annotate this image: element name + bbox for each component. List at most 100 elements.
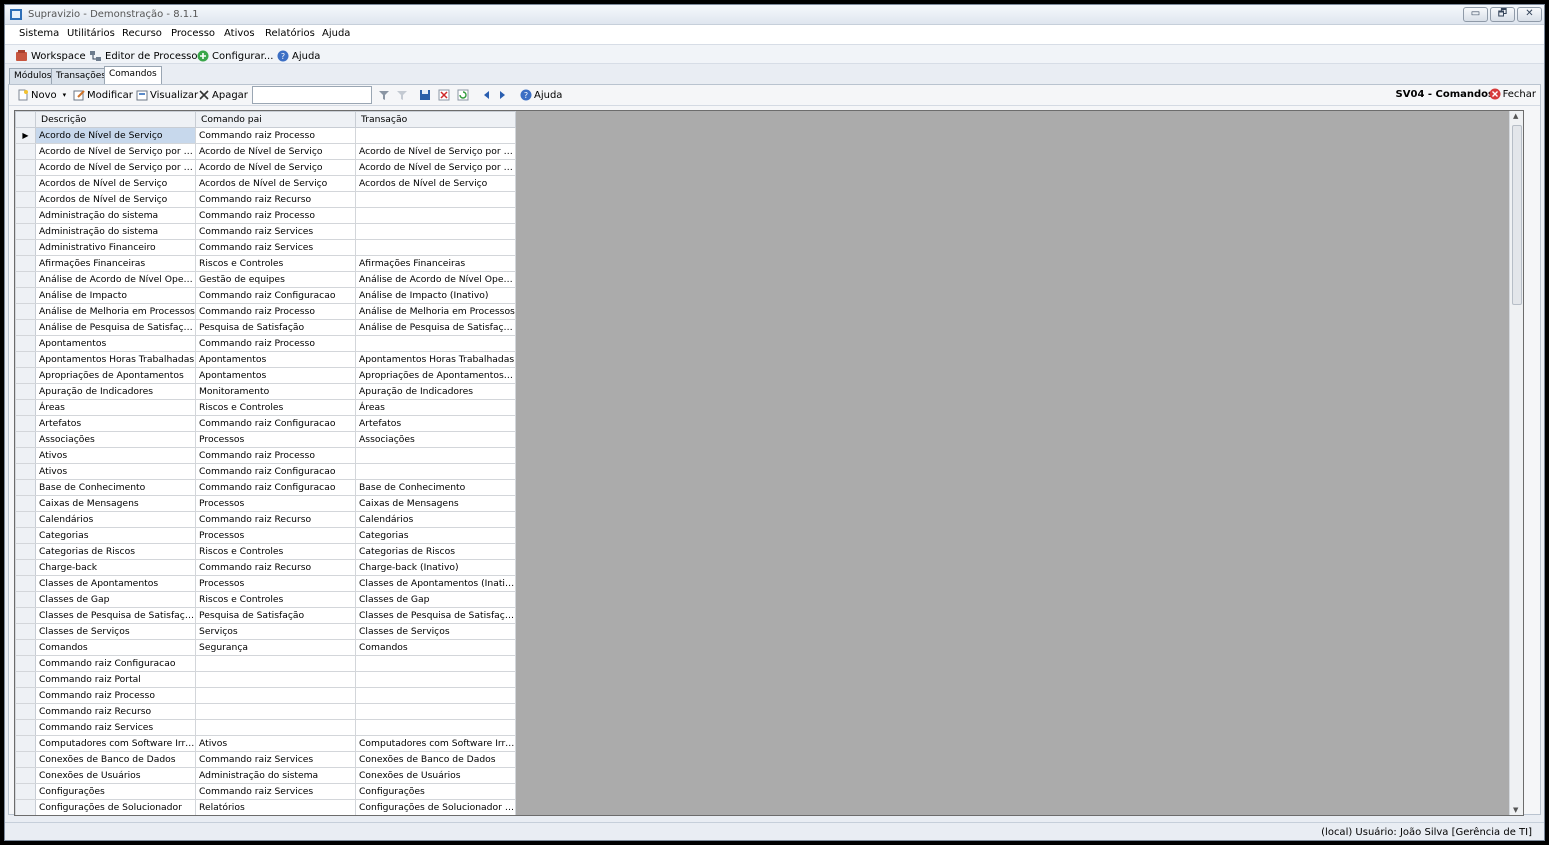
cell-transacao[interactable]: [355, 655, 516, 672]
table-row[interactable]: Afirmações Financeiras Riscos e Controles…: [15, 255, 516, 272]
cell-transacao[interactable]: Comandos: [355, 639, 516, 656]
table-row[interactable]: Apropriações de Apontamentos Apontamentos…: [15, 367, 516, 384]
row-selector[interactable]: [15, 543, 36, 560]
cell-transacao[interactable]: Classes de Pesquisa de Satisfação: [355, 607, 516, 624]
cell-descricao[interactable]: Categorias: [35, 527, 196, 544]
help-toolbar-button[interactable]: ? Ajuda: [277, 48, 320, 64]
table-row[interactable]: Ativos Commando raiz Configuracao: [15, 463, 516, 480]
table-row[interactable]: Classes de Pesquisa de Satisfação Pesquis…: [15, 607, 516, 624]
close-window-button[interactable]: ✕: [1517, 7, 1542, 22]
row-selector[interactable]: [15, 399, 36, 416]
cell-comando-pai[interactable]: [195, 703, 356, 720]
cell-descricao[interactable]: Análise de Pesquisa de Satisfação por...: [35, 319, 196, 336]
row-selector[interactable]: [15, 607, 36, 624]
cell-descricao[interactable]: Análise de Melhoria em Processos: [35, 303, 196, 320]
table-row[interactable]: Commando raiz Processo: [15, 687, 516, 704]
menu-recurso[interactable]: Recurso: [122, 28, 162, 39]
cell-comando-pai[interactable]: Acordos de Nível de Serviço: [195, 175, 356, 192]
cell-comando-pai[interactable]: Commando raiz Configuracao: [195, 479, 356, 496]
cell-descricao[interactable]: Classes de Gap: [35, 591, 196, 608]
scroll-thumb[interactable]: [1512, 125, 1522, 305]
table-row[interactable]: Apontamentos Horas Trabalhadas Apontament…: [15, 351, 516, 368]
row-selector[interactable]: [15, 447, 36, 464]
cell-comando-pai[interactable]: Riscos e Controles: [195, 399, 356, 416]
row-selector[interactable]: [15, 175, 36, 192]
row-selector[interactable]: [15, 767, 36, 784]
cell-transacao[interactable]: Apropriações de Apontamentos (Inativo): [355, 367, 516, 384]
save-button[interactable]: [419, 89, 431, 101]
cell-comando-pai[interactable]: [195, 671, 356, 688]
cell-transacao[interactable]: [355, 463, 516, 480]
cell-transacao[interactable]: Análise de Melhoria em Processos: [355, 303, 516, 320]
table-row[interactable]: Configurações Commando raiz Services Confi…: [15, 783, 516, 800]
cell-transacao[interactable]: [355, 191, 516, 208]
table-row[interactable]: Calendários Commando raiz Recurso Calendár…: [15, 511, 516, 528]
restore-button[interactable]: 🗗: [1490, 7, 1515, 22]
refresh-button[interactable]: [457, 89, 469, 101]
cell-descricao[interactable]: Configurações: [35, 783, 196, 800]
cell-descricao[interactable]: Acordos de Nível de Serviço: [35, 191, 196, 208]
cell-descricao[interactable]: Classes de Serviços: [35, 623, 196, 640]
cell-descricao[interactable]: Administração do sistema: [35, 223, 196, 240]
cell-transacao[interactable]: Áreas: [355, 399, 516, 416]
row-selector[interactable]: [15, 191, 36, 208]
cell-descricao[interactable]: Acordo de Nível de Serviço por Soluci...: [35, 159, 196, 176]
dropdown-arrow-icon[interactable]: ▾: [63, 91, 67, 99]
cell-comando-pai[interactable]: Administração do sistema: [195, 767, 356, 784]
cell-descricao[interactable]: Conexões de Usuários: [35, 767, 196, 784]
row-selector[interactable]: [15, 335, 36, 352]
cell-comando-pai[interactable]: Commando raiz Configuracao: [195, 415, 356, 432]
delete-button[interactable]: Apagar: [198, 89, 248, 101]
table-row[interactable]: Categorias Processos Categorias: [15, 527, 516, 544]
cell-transacao[interactable]: [355, 703, 516, 720]
cell-descricao[interactable]: Áreas: [35, 399, 196, 416]
row-selector[interactable]: [15, 319, 36, 336]
cell-comando-pai[interactable]: Apontamentos: [195, 367, 356, 384]
row-selector[interactable]: [15, 367, 36, 384]
cell-transacao[interactable]: Apuração de Indicadores: [355, 383, 516, 400]
cell-comando-pai[interactable]: [195, 687, 356, 704]
cell-descricao[interactable]: Artefatos: [35, 415, 196, 432]
row-selector[interactable]: [15, 687, 36, 704]
cell-comando-pai[interactable]: Pesquisa de Satisfação: [195, 319, 356, 336]
table-row[interactable]: Administração do sistema Commando raiz Pr…: [15, 207, 516, 224]
cell-comando-pai[interactable]: Riscos e Controles: [195, 591, 356, 608]
cell-transacao[interactable]: Categorias de Riscos: [355, 543, 516, 560]
table-row[interactable]: Classes de Serviços Serviços Classes de Se…: [15, 623, 516, 640]
table-row[interactable]: Apontamentos Commando raiz Processo: [15, 335, 516, 352]
cell-transacao[interactable]: Conexões de Usuários: [355, 767, 516, 784]
cell-descricao[interactable]: Computadores com Software Irregular: [35, 735, 196, 752]
cell-comando-pai[interactable]: Commando raiz Recurso: [195, 191, 356, 208]
next-button[interactable]: [498, 89, 508, 101]
row-selector[interactable]: [15, 591, 36, 608]
table-row[interactable]: Configurações de Solucionador Relatórios C…: [15, 799, 516, 815]
table-row[interactable]: Associações Processos Associações: [15, 431, 516, 448]
menu-utilitarios[interactable]: Utilitários: [67, 28, 115, 39]
tab-modulos[interactable]: Módulos: [9, 68, 57, 84]
cell-comando-pai[interactable]: Riscos e Controles: [195, 255, 356, 272]
minimize-button[interactable]: ▭: [1463, 7, 1488, 22]
cell-comando-pai[interactable]: Commando raiz Processo: [195, 447, 356, 464]
cell-descricao[interactable]: Associações: [35, 431, 196, 448]
row-selector[interactable]: [15, 431, 36, 448]
table-row[interactable]: Análise de Impacto Commando raiz Configur…: [15, 287, 516, 304]
process-editor-button[interactable]: Editor de Processos: [89, 48, 203, 64]
cell-transacao[interactable]: Conexões de Banco de Dados: [355, 751, 516, 768]
cell-transacao[interactable]: Análise de Impacto (Inativo): [355, 287, 516, 304]
cell-comando-pai[interactable]: Commando raiz Processo: [195, 207, 356, 224]
cell-transacao[interactable]: Configurações de Solucionador (Inativo): [355, 799, 516, 815]
cell-descricao[interactable]: Comandos: [35, 639, 196, 656]
cell-descricao[interactable]: Acordo de Nível de Serviço: [35, 127, 196, 144]
menu-relatorios[interactable]: Relatórios: [265, 28, 315, 39]
table-row[interactable]: Áreas Riscos e Controles Áreas: [15, 399, 516, 416]
table-row[interactable]: Commando raiz Portal: [15, 671, 516, 688]
row-selector[interactable]: [15, 223, 36, 240]
cell-comando-pai[interactable]: Processos: [195, 527, 356, 544]
modify-button[interactable]: Modificar: [73, 89, 133, 101]
cell-transacao[interactable]: Classes de Gap: [355, 591, 516, 608]
cell-comando-pai[interactable]: Serviços: [195, 623, 356, 640]
cell-transacao[interactable]: [355, 447, 516, 464]
cell-descricao[interactable]: Calendários: [35, 511, 196, 528]
row-selector[interactable]: [15, 751, 36, 768]
cell-comando-pai[interactable]: Processos: [195, 575, 356, 592]
